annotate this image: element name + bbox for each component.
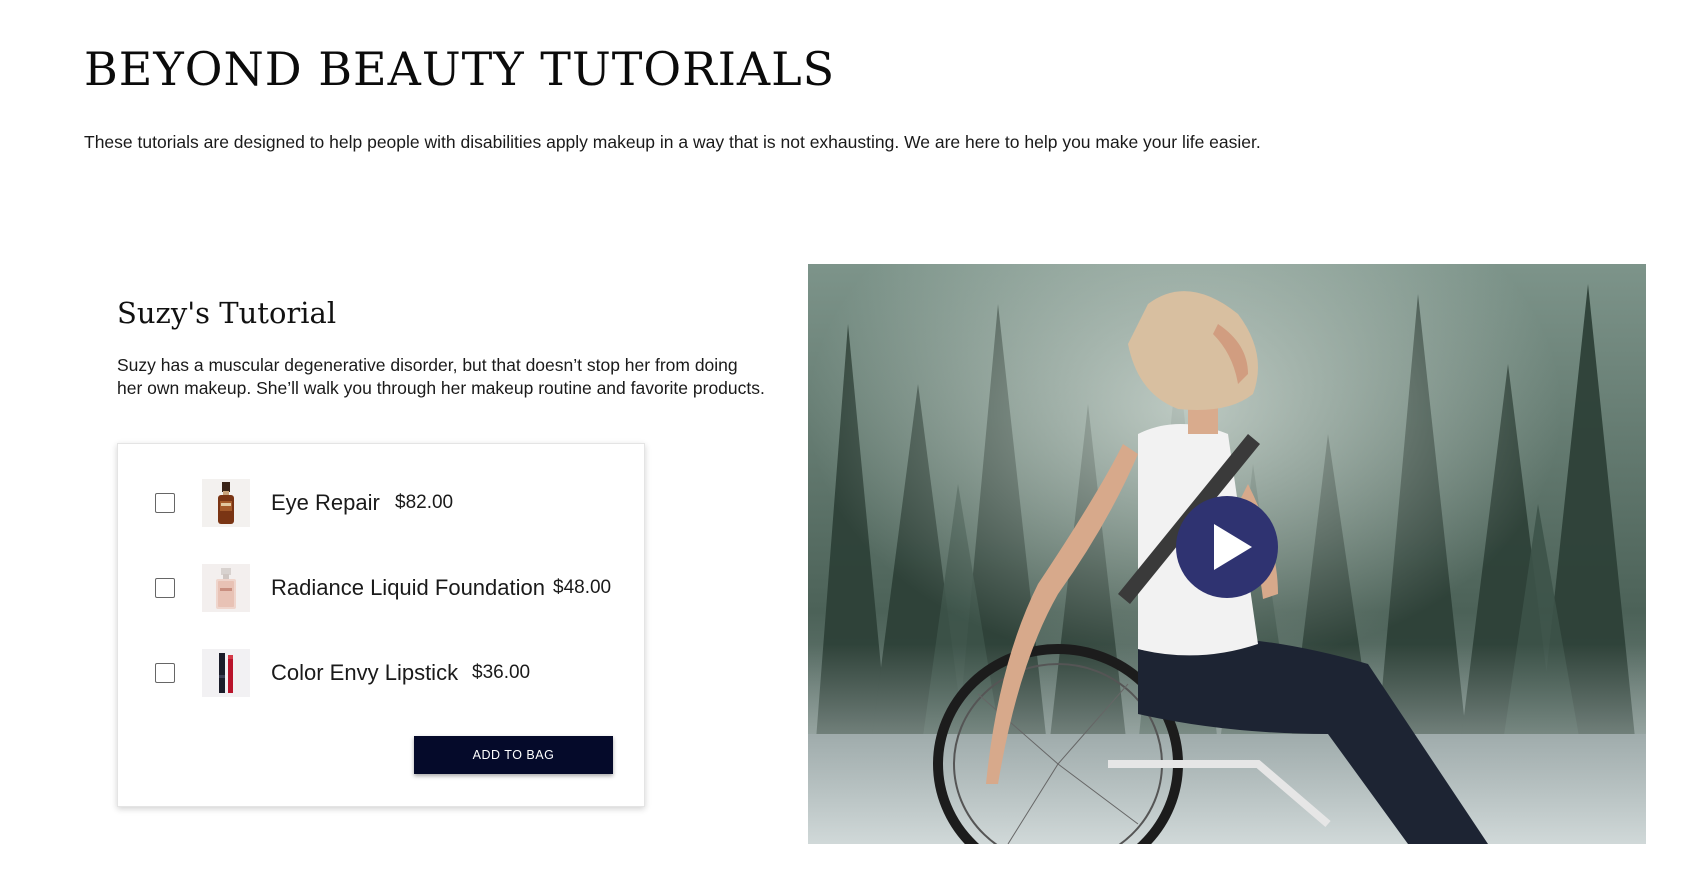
play-icon [1214,524,1252,570]
add-to-bag-button[interactable]: ADD TO BAG [414,736,613,774]
product-price: $36.00 [472,662,531,683]
foundation-bottle-icon [202,564,250,612]
product-name: Color Envy Lipstick [271,660,459,685]
product-price: $48.00 [553,577,612,598]
product-row-eye-repair: Eye Repair $82.00 [118,479,646,527]
tutorial-video[interactable] [808,264,1646,844]
product-name: Eye Repair [271,490,380,515]
product-card: Eye Repair $82.00 Radiance Liquid Founda… [117,443,645,807]
intro-text: These tutorials are designed to help peo… [84,132,1261,152]
tutorial-heading: Suzy's Tutorial [117,296,337,330]
product-checkbox-color-envy-lipstick[interactable] [155,663,175,683]
play-button[interactable] [1176,496,1278,598]
page-title: BEYOND BEAUTY TUTORIALS [84,42,836,96]
product-row-color-envy-lipstick: Color Envy Lipstick $36.00 [118,649,646,697]
product-checkbox-eye-repair[interactable] [155,493,175,513]
serum-bottle-icon [202,479,250,527]
page: BEYOND BEAUTY TUTORIALS These tutorials … [0,0,1706,888]
product-row-radiance-liquid-foundation: Radiance Liquid Foundation $48.00 [118,564,646,612]
lipstick-icon [202,649,250,697]
product-price: $82.00 [395,492,454,513]
product-name: Radiance Liquid Foundation [271,575,545,600]
product-checkbox-radiance-liquid-foundation[interactable] [155,578,175,598]
tutorial-description: Suzy has a muscular degenerative disorde… [117,355,765,398]
